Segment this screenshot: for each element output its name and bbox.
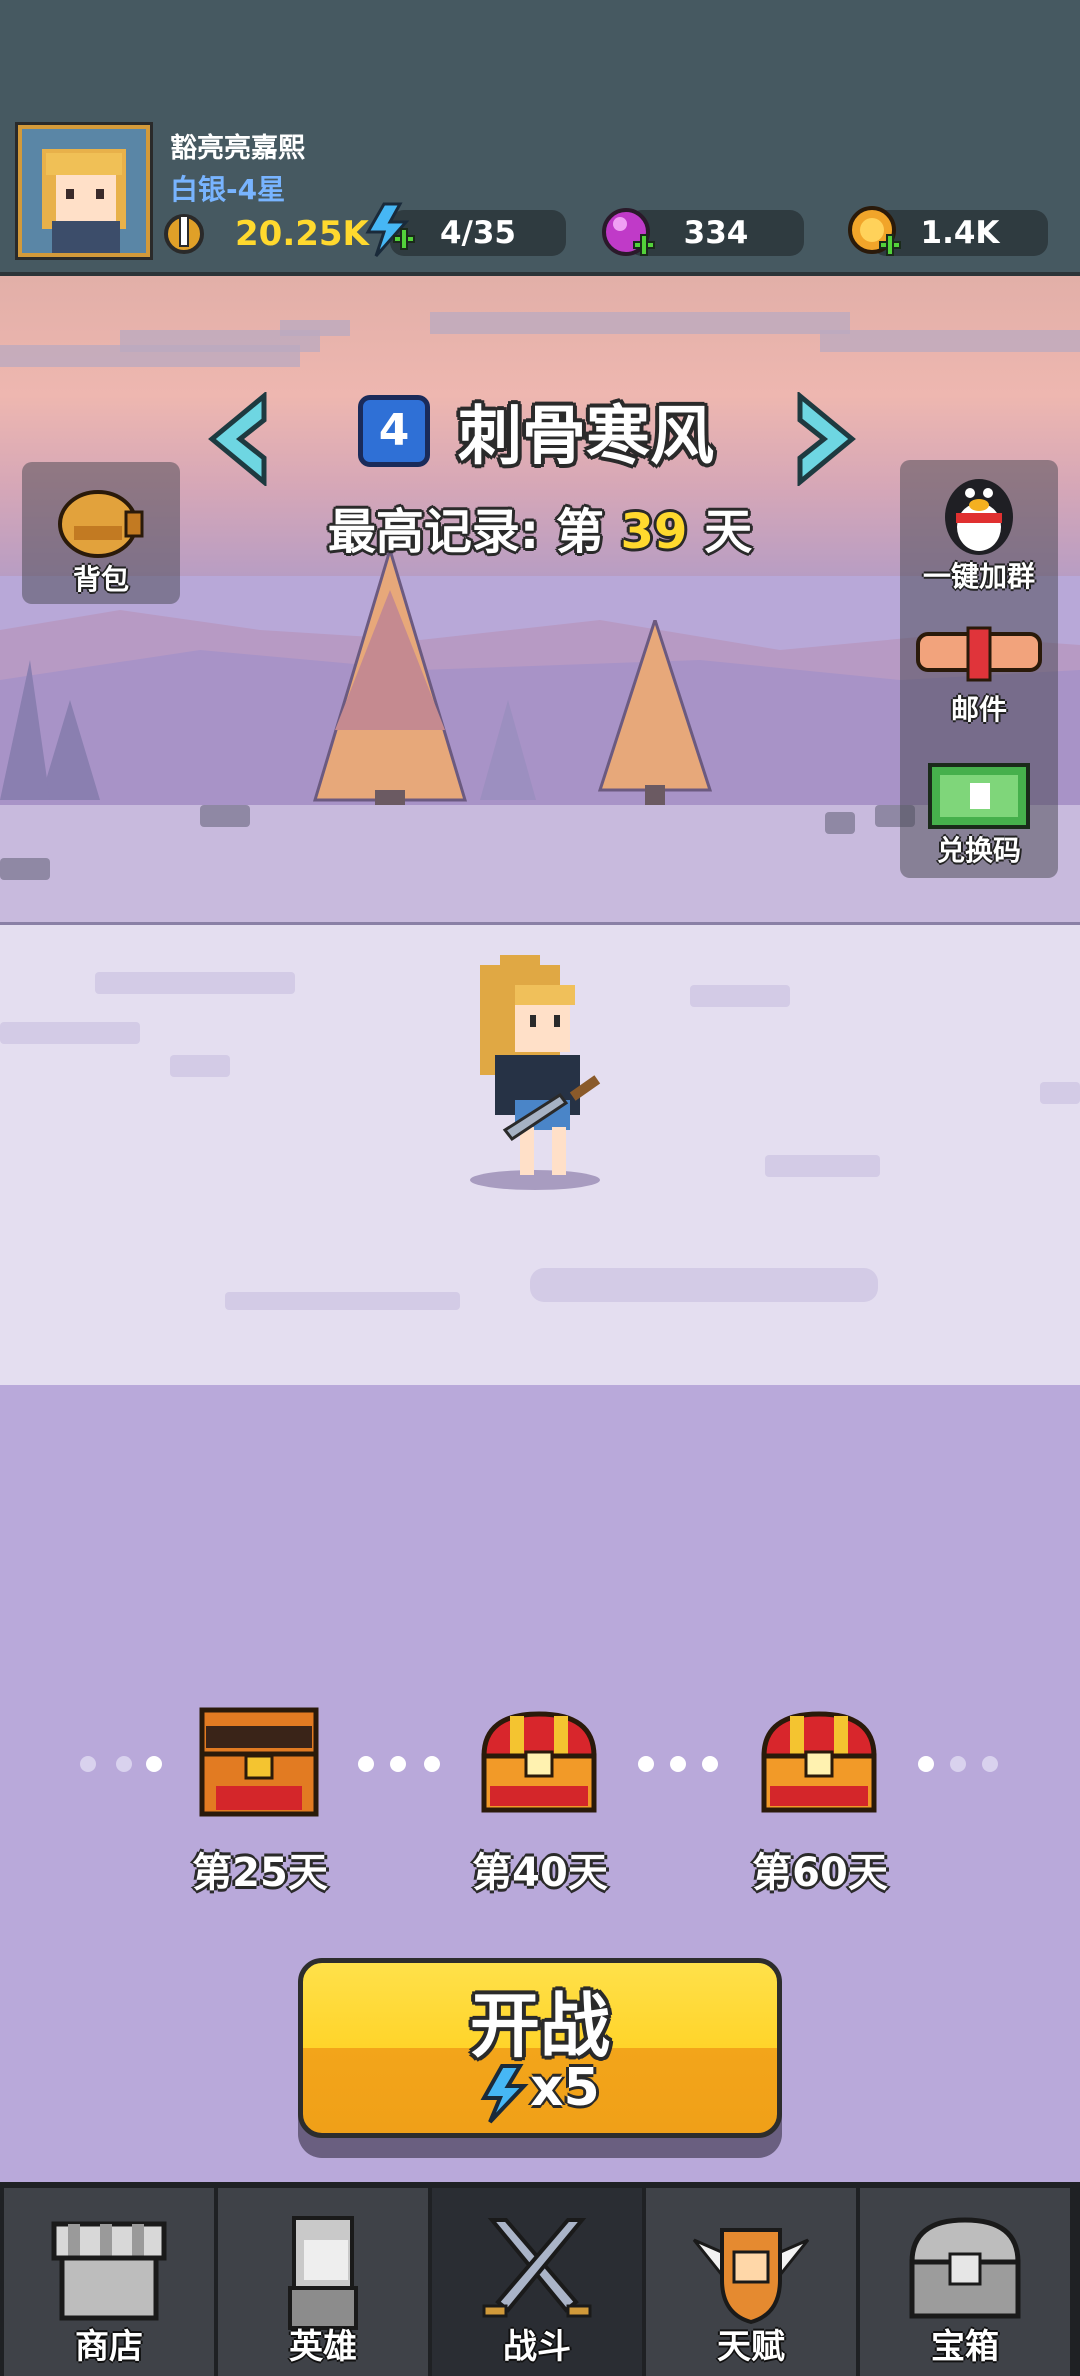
- record-prefix: 最高记录: 第: [327, 504, 604, 560]
- player-rank: 白银-4星: [170, 173, 286, 206]
- track-dot: [918, 1756, 934, 1772]
- snow-mark: [1040, 1082, 1080, 1104]
- stage-number-badge: 4: [358, 395, 430, 467]
- treasure-chest-icon: [909, 2217, 1021, 2319]
- track-dot: [116, 1756, 132, 1772]
- nav-label-shop: 商店: [75, 2327, 143, 2367]
- rock: [825, 812, 855, 834]
- snow-mark: [170, 1055, 230, 1077]
- fist-wings-icon: [692, 2228, 810, 2325]
- snow-mark: [765, 1155, 880, 1177]
- snow-mark: [690, 985, 790, 1007]
- snow-mark: [0, 1022, 140, 1044]
- nav-tab-talent[interactable]: 天赋: [646, 2188, 856, 2376]
- record-day: 39: [620, 504, 688, 560]
- track-dot: [424, 1756, 440, 1772]
- penguin-icon: [945, 479, 1013, 555]
- cloud: [280, 320, 350, 336]
- track-dot: [982, 1756, 998, 1772]
- nav-label-talent: 天赋: [717, 2327, 785, 2367]
- player-avatar[interactable]: [15, 122, 153, 260]
- nav-label-hero: 英雄: [289, 2327, 357, 2367]
- backpack-icon: [58, 490, 144, 558]
- rock: [0, 858, 50, 880]
- backpack-button[interactable]: 背包: [22, 462, 180, 604]
- track-dot: [702, 1756, 718, 1772]
- reward-day-label: 第40天: [472, 1850, 608, 1896]
- backpack-label: 背包: [72, 563, 129, 596]
- hero-portrait-icon: [22, 129, 146, 253]
- join-group-label: 一键加群: [922, 560, 1035, 593]
- track-dot: [638, 1756, 654, 1772]
- track-dot: [950, 1756, 966, 1772]
- mail-label: 邮件: [950, 693, 1007, 726]
- track-dot: [146, 1756, 162, 1772]
- scroll-mail-icon: [916, 626, 1042, 682]
- redeem-code-button[interactable]: 兑换码: [900, 755, 1058, 875]
- stage-title: 刺骨寒风: [458, 400, 714, 474]
- energy-plus-icon[interactable]: [362, 202, 418, 262]
- nav-label-battle: 战斗: [503, 2327, 571, 2367]
- snow-mark: [95, 972, 295, 994]
- rock: [200, 805, 250, 827]
- prev-stage-button[interactable]: [204, 390, 268, 490]
- cloud: [820, 330, 1080, 352]
- reward-chest-25[interactable]: [196, 1700, 322, 1830]
- mail-button[interactable]: 邮件: [900, 620, 1058, 730]
- hero-character: [470, 955, 601, 1190]
- power-icon: [162, 208, 206, 260]
- reward-day-label: 第25天: [192, 1850, 328, 1896]
- join-group-button[interactable]: 一键加群: [900, 465, 1058, 595]
- energy-icon: [478, 2064, 530, 2128]
- track-dot: [80, 1756, 96, 1772]
- chevron-left-icon: [208, 390, 267, 488]
- gem-plus-icon[interactable]: [600, 204, 658, 266]
- nav-tab-battle[interactable]: 战斗: [432, 2188, 642, 2376]
- redeem-code-label: 兑换码: [936, 834, 1021, 867]
- reward-chest-60[interactable]: [756, 1708, 882, 1822]
- power-value: 20.25K: [235, 214, 369, 254]
- track-dot: [670, 1756, 686, 1772]
- start-battle-label: 开战: [470, 1985, 610, 2067]
- cloud: [430, 312, 850, 334]
- open-chest-icon: [199, 1707, 319, 1817]
- hero-icon: [288, 2216, 358, 2330]
- reward-chest-40[interactable]: [476, 1708, 602, 1822]
- start-energy-cost: x5: [530, 2058, 600, 2118]
- player-name: 豁亮亮嘉熙: [170, 133, 305, 164]
- reward-day-label: 第60天: [752, 1850, 888, 1896]
- next-stage-button[interactable]: [796, 390, 860, 490]
- snow-mark: [530, 1268, 878, 1302]
- snow-mark: [225, 1292, 460, 1310]
- crossed-swords-icon: [482, 2218, 592, 2318]
- nav-tab-shop[interactable]: 商店: [4, 2188, 214, 2376]
- treasure-chest-icon: [761, 1711, 877, 1813]
- treasure-chest-icon: [481, 1711, 597, 1813]
- shop-icon: [51, 2221, 167, 2321]
- record-suffix: 天: [704, 504, 753, 560]
- nav-label-chest: 宝箱: [931, 2327, 999, 2367]
- redeem-ticket-icon: [928, 763, 1030, 829]
- nav-tab-chest[interactable]: 宝箱: [860, 2188, 1070, 2376]
- track-dot: [358, 1756, 374, 1772]
- chevron-right-icon: [797, 390, 856, 488]
- nav-tab-hero[interactable]: 英雄: [218, 2188, 428, 2376]
- gold-plus-icon[interactable]: [846, 202, 904, 266]
- track-dot: [390, 1756, 406, 1772]
